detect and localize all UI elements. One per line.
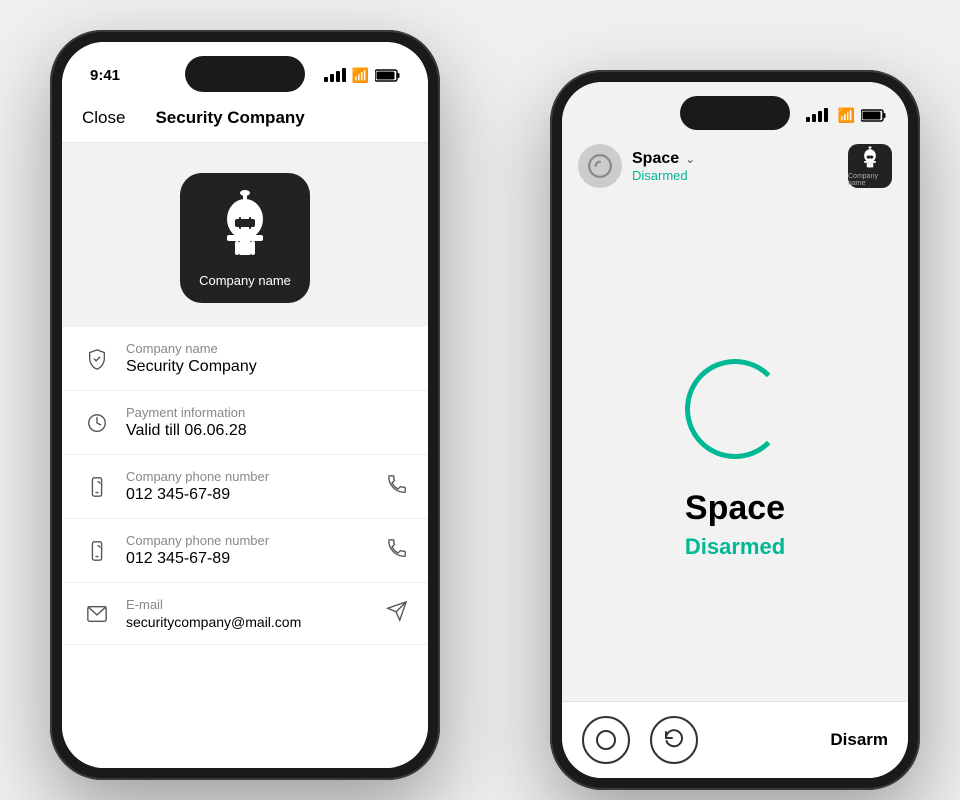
space-main-name: Space bbox=[685, 489, 785, 528]
payment-value: Valid till 06.06.28 bbox=[126, 422, 408, 440]
status-spinner bbox=[685, 359, 785, 459]
space-logo-circle bbox=[578, 144, 622, 188]
space-logo-icon bbox=[587, 153, 613, 179]
space-name-row[interactable]: Space ⌄ bbox=[632, 150, 848, 168]
refresh-icon-button[interactable] bbox=[650, 716, 698, 764]
space-status-small: Disarmed bbox=[632, 168, 848, 183]
status-icons: 📶 bbox=[324, 67, 400, 84]
shield-icon bbox=[82, 344, 112, 374]
info-item-payment[interactable]: Payment information Valid till 06.06.28 bbox=[62, 391, 428, 455]
payment-icon bbox=[82, 408, 112, 438]
home-icon-button[interactable] bbox=[582, 716, 630, 764]
space-main-status: Disarmed bbox=[685, 534, 785, 560]
phone2-label: Company phone number bbox=[126, 533, 386, 548]
company-header: Company name bbox=[62, 143, 428, 327]
email-label: E-mail bbox=[126, 597, 386, 612]
email-icon bbox=[82, 599, 112, 629]
call-action-2[interactable] bbox=[386, 537, 408, 564]
company-name-value: Security Company bbox=[126, 358, 408, 376]
right-main: Space Disarmed bbox=[562, 198, 908, 701]
wifi-right-icon: 📶 bbox=[838, 107, 855, 124]
email-action[interactable] bbox=[386, 600, 408, 627]
dynamic-island-left bbox=[185, 56, 305, 92]
disarm-button[interactable]: Disarm bbox=[830, 730, 888, 750]
phone1-value: 012 345-67-89 bbox=[126, 486, 386, 504]
dynamic-island-right bbox=[680, 96, 790, 130]
status-time: 9:41 bbox=[90, 67, 120, 84]
call-action-1[interactable] bbox=[386, 473, 408, 500]
wifi-icon: 📶 bbox=[352, 67, 369, 84]
right-phone: 📶 bbox=[550, 70, 920, 790]
chevron-down-icon: ⌄ bbox=[685, 152, 695, 166]
phone1-label: Company phone number bbox=[126, 469, 386, 484]
space-name: Space bbox=[632, 150, 679, 168]
company-name-label: Company name bbox=[126, 341, 408, 356]
company-logo-box: Company name bbox=[180, 173, 310, 303]
payment-label: Payment information bbox=[126, 405, 408, 420]
space-info: Space ⌄ Disarmed bbox=[632, 150, 848, 183]
info-list: Company name Security Company Payment in… bbox=[62, 327, 428, 768]
nav-title: Security Company bbox=[155, 108, 304, 128]
phone-device2-icon bbox=[82, 536, 112, 566]
phone2-value: 012 345-67-89 bbox=[126, 550, 386, 568]
signal-bars-right-icon bbox=[806, 108, 828, 122]
signal-bars-icon bbox=[324, 68, 346, 82]
info-item-phone1[interactable]: Company phone number 012 345-67-89 bbox=[62, 455, 428, 519]
company-name-content: Company name Security Company bbox=[126, 341, 408, 376]
payment-content: Payment information Valid till 06.06.28 bbox=[126, 405, 408, 440]
close-button[interactable]: Close bbox=[82, 108, 125, 128]
info-item-phone2[interactable]: Company phone number 012 345-67-89 bbox=[62, 519, 428, 583]
phone2-content: Company phone number 012 345-67-89 bbox=[126, 533, 386, 568]
email-value: securitycompany@mail.com bbox=[126, 614, 386, 630]
phone-device-icon bbox=[82, 472, 112, 502]
info-item-email[interactable]: E-mail securitycompany@mail.com bbox=[62, 583, 428, 645]
company-badge-icon bbox=[857, 146, 883, 172]
right-bottom-bar: Disarm bbox=[562, 701, 908, 778]
right-top-bar: Space ⌄ Disarmed bbox=[562, 134, 908, 198]
nav-bar: Close Security Company bbox=[62, 94, 428, 143]
phone1-content: Company phone number 012 345-67-89 bbox=[126, 469, 386, 504]
battery-icon bbox=[375, 69, 400, 82]
company-badge[interactable]: Company name bbox=[848, 144, 892, 188]
left-phone: 9:41 📶 bbox=[50, 30, 440, 780]
company-badge-label: Company name bbox=[848, 173, 892, 187]
battery-right-icon bbox=[861, 109, 886, 122]
company-logo-label: Company name bbox=[199, 273, 291, 288]
info-item-company-name[interactable]: Company name Security Company bbox=[62, 327, 428, 391]
email-content: E-mail securitycompany@mail.com bbox=[126, 597, 386, 630]
company-logo-icon bbox=[205, 189, 285, 269]
